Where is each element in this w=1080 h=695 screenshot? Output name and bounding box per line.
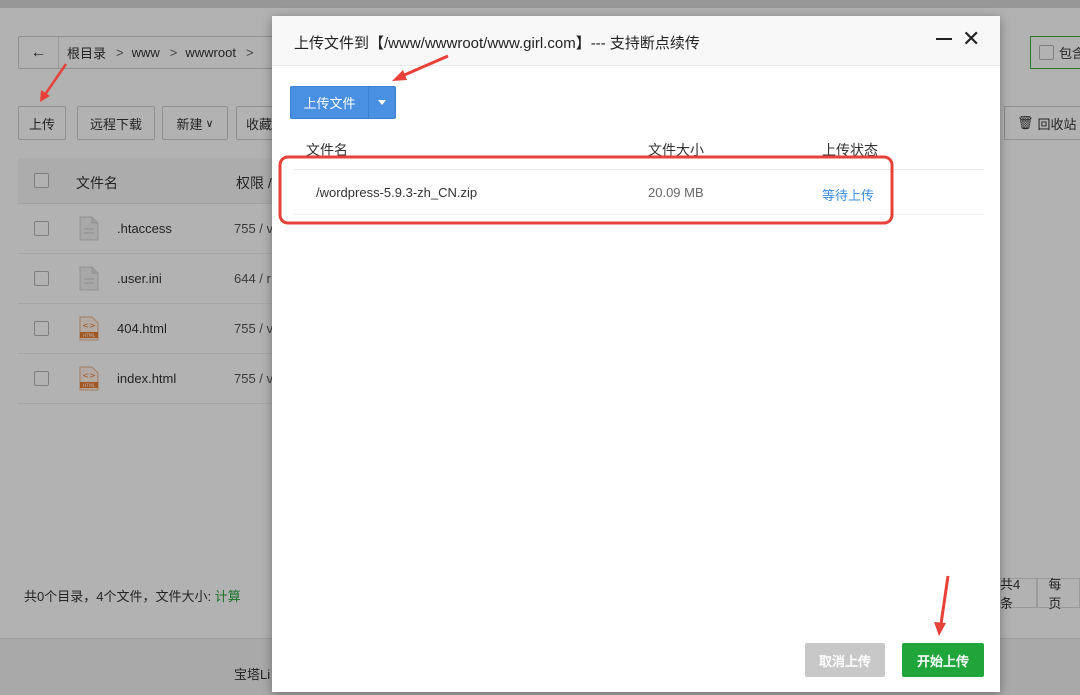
upload-file-row: /wordpress-5.9.3-zh_CN.zip 20.09 MB 等待上传 <box>294 171 984 215</box>
upload-file-name: /wordpress-5.9.3-zh_CN.zip <box>316 185 478 200</box>
upload-file-status: 等待上传 <box>822 188 875 203</box>
minimize-icon[interactable] <box>936 38 952 40</box>
column-upload-filename: 文件名 <box>306 142 348 158</box>
dialog-title: 上传文件到【/www/wwwroot/www.girl.com】--- 支持断点… <box>294 35 700 52</box>
cancel-upload-button[interactable]: 取消上传 <box>805 643 885 677</box>
caret-down-icon <box>378 100 386 105</box>
column-upload-size: 文件大小 <box>648 142 704 158</box>
upload-dialog: 上传文件到【/www/wwwroot/www.girl.com】--- 支持断点… <box>272 16 1000 692</box>
close-icon[interactable]: ✕ <box>962 28 980 50</box>
upload-file-button[interactable]: 上传文件 <box>291 87 369 118</box>
upload-table-header: 文件名 文件大小 上传状态 <box>294 140 984 170</box>
column-upload-status: 上传状态 <box>822 142 878 158</box>
start-upload-button[interactable]: 开始上传 <box>902 643 984 677</box>
upload-options-dropdown[interactable] <box>369 87 395 118</box>
upload-file-split-button: 上传文件 <box>290 86 396 119</box>
upload-file-size: 20.09 MB <box>648 185 704 200</box>
dialog-header: 上传文件到【/www/wwwroot/www.girl.com】--- 支持断点… <box>272 16 1000 66</box>
